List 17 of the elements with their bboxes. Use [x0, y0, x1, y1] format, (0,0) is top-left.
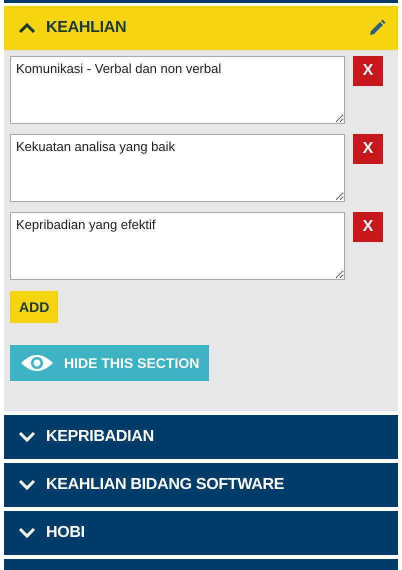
- section-header[interactable]: HOBI: [4, 511, 398, 555]
- chevron-down-icon: [18, 431, 36, 443]
- section-header[interactable]: KEAHLIAN: [4, 6, 398, 50]
- text-field[interactable]: Kepribadian yang efektif: [10, 212, 345, 280]
- text-field[interactable]: Komunikasi - Verbal dan non verbal: [10, 56, 345, 124]
- remove-button[interactable]: X: [353, 56, 383, 86]
- section-header[interactable]: KEAHLIAN BIDANG SOFTWARE: [4, 463, 398, 507]
- chevron-up-icon: [18, 22, 36, 34]
- add-button[interactable]: ADD: [10, 291, 58, 323]
- chevron-down-icon: [18, 527, 36, 539]
- eye-icon: [20, 353, 54, 373]
- remove-button[interactable]: X: [353, 134, 383, 164]
- pencil-icon: [368, 19, 386, 37]
- text-field[interactable]: Kekuatan analisa yang baik: [10, 134, 345, 202]
- section-header[interactable]: KEPRIBADIAN: [4, 415, 398, 459]
- chevron-down-icon: [18, 479, 36, 491]
- remove-button[interactable]: X: [353, 212, 383, 242]
